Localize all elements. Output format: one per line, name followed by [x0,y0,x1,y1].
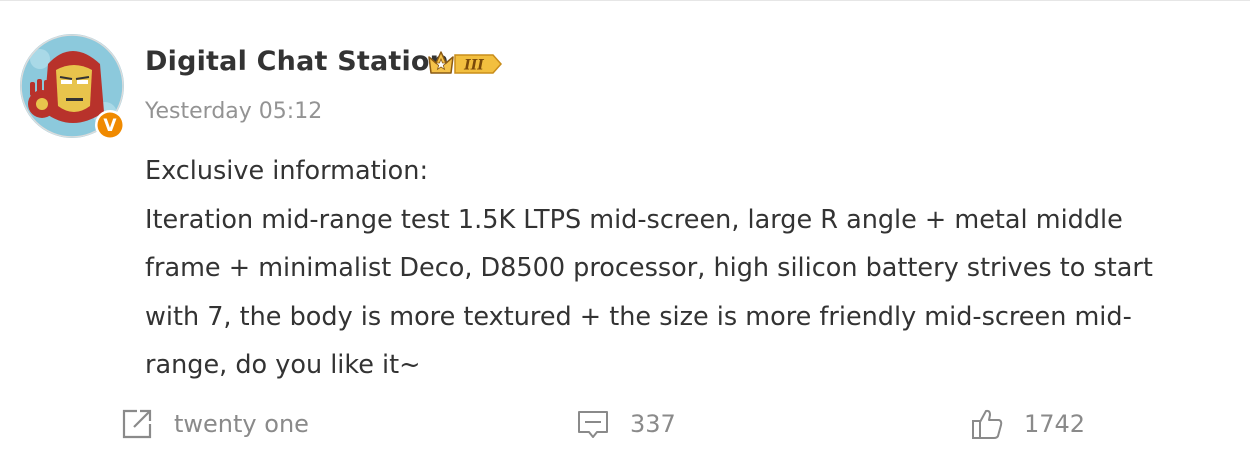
author-name[interactable]: Digital Chat Station [145,46,449,77]
content-line: range, do you like it~ [145,350,421,380]
share-icon [122,409,152,439]
member-crown-badge-icon[interactable]: III [427,48,505,78]
content-line: Iteration mid-range test 1.5K LTPS mid-s… [145,204,1123,235]
content-line: frame + minimalist Deco, D8500 processor… [145,253,1153,283]
post-timestamp[interactable]: Yesterday 05:12 [145,99,322,124]
verified-mark: V [103,116,117,136]
like-button[interactable]: 1742 [970,404,1085,444]
thumbs-up-icon [972,409,1003,439]
content-line: with 7, the body is more textured + the … [145,301,1132,332]
badge-level: III [463,58,484,74]
repost-button[interactable]: twenty one [120,404,309,444]
comment-count: 337 [630,410,676,438]
like-count: 1742 [1024,410,1086,438]
post-content: Exclusive information: Iteration mid-ran… [145,147,1205,390]
weibo-post-card: V Digital Chat Station III Yesterday 05:… [0,0,1250,463]
verified-badge-icon: V [94,109,126,141]
comment-button[interactable]: 337 [576,404,676,444]
comment-icon [578,411,608,438]
content-line: Exclusive information: [145,156,429,186]
repost-count: twenty one [174,410,309,438]
